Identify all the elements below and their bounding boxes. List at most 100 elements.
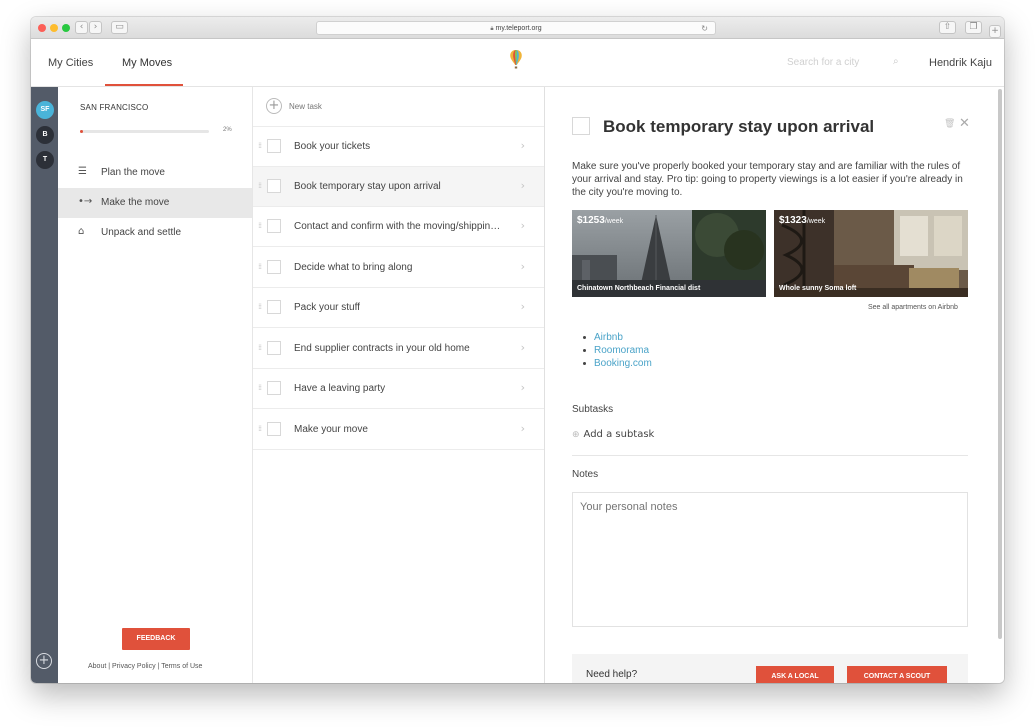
price-period: /week	[806, 218, 826, 225]
booking-com-link[interactable]: Booking.com	[581, 357, 652, 370]
price-period: /week	[604, 218, 624, 225]
chevron-right-icon: ›	[520, 260, 525, 273]
browser-window: ‹ › ▭ 🔒︎ my.teleport.org ↻ ⇧ ❐ + My Citi…	[31, 17, 1004, 683]
task-row[interactable]: ⁞⁞ Pack your stuff ›	[253, 288, 544, 328]
close-icon[interactable]: ✕	[959, 116, 970, 131]
task-checkbox[interactable]	[267, 381, 281, 395]
task-row[interactable]: ⁞⁞ Book temporary stay upon arrival ›	[253, 167, 544, 207]
chevron-right-icon: ›	[520, 139, 525, 152]
see-all-apartments-link[interactable]: See all apartments on Airbnb	[868, 304, 958, 311]
city-rail: SF B T +	[31, 87, 58, 683]
share-icon[interactable]: ⇧	[939, 21, 956, 34]
teleport-logo-icon[interactable]	[509, 49, 523, 71]
chevron-right-icon: ›	[520, 179, 525, 192]
chevron-right-icon: ›	[520, 219, 525, 232]
task-checkbox[interactable]	[267, 219, 281, 233]
phase-label: Plan the move	[101, 167, 165, 178]
drag-handle-icon[interactable]: ⁞⁞	[258, 424, 262, 433]
city-panel: SAN FRANCISCO 2% ☰ Plan the move •→ Make…	[58, 87, 253, 683]
add-subtask-button[interactable]: ⊕ Add a subtask	[572, 429, 658, 440]
move-progress-bar	[80, 130, 209, 133]
back-icon[interactable]: ‹	[75, 21, 88, 34]
active-tab-indicator	[105, 84, 183, 86]
privacy-policy-link[interactable]: Privacy Policy	[112, 663, 156, 670]
minimize-window-button[interactable]	[50, 24, 58, 32]
reload-icon[interactable]: ↻	[701, 22, 708, 35]
task-label: Decide what to bring along	[294, 262, 413, 273]
list-icon: ☰	[78, 166, 87, 177]
task-row[interactable]: ⁞⁞ Contact and confirm with the moving/s…	[253, 207, 544, 247]
notes-heading: Notes	[572, 469, 599, 480]
booking-links-list: Airbnb Roomorama Booking.com	[581, 331, 652, 370]
chevron-right-icon: ›	[520, 341, 525, 354]
task-checkbox[interactable]	[267, 300, 281, 314]
task-list-panel: + New task ⁞⁞ Book your tickets › ⁞⁞ Boo…	[253, 87, 545, 683]
new-tab-icon[interactable]: +	[989, 25, 1001, 38]
new-task-button[interactable]: + New task	[253, 87, 544, 127]
contact-a-scout-button[interactable]: CONTACT A SCOUT	[847, 666, 947, 683]
subtasks-heading: Subtasks	[572, 404, 614, 415]
feedback-button[interactable]: FEEDBACK	[122, 628, 190, 650]
apartment-caption: Chinatown Northbeach Financial dist	[577, 285, 701, 292]
add-city-icon[interactable]: +	[36, 653, 52, 669]
help-bar: Need help? ASK A LOCAL CONTACT A SCOUT	[572, 654, 968, 683]
task-row[interactable]: ⁞⁞ Book your tickets ›	[253, 127, 544, 167]
task-row[interactable]: ⁞⁞ Decide what to bring along ›	[253, 248, 544, 288]
tab-my-moves[interactable]: My Moves	[122, 57, 172, 69]
drag-handle-icon[interactable]: ⁞⁞	[258, 262, 262, 271]
city-avatar-sf[interactable]: SF	[36, 101, 54, 119]
forward-icon[interactable]: ›	[89, 21, 102, 34]
task-checkbox[interactable]	[267, 341, 281, 355]
drag-handle-icon[interactable]: ⁞⁞	[258, 302, 262, 311]
phase-plan-the-move[interactable]: ☰ Plan the move	[58, 158, 252, 188]
add-task-icon: +	[266, 98, 282, 114]
home-icon: ⌂	[78, 226, 85, 237]
user-menu[interactable]: Hendrik Kaju	[929, 57, 992, 69]
progress-fill	[80, 130, 83, 133]
new-task-label: New task	[289, 102, 322, 111]
city-avatar-t[interactable]: T	[36, 151, 54, 169]
trash-icon[interactable]: 🗑︎	[944, 119, 955, 129]
arrow-icon: •→	[78, 196, 93, 207]
price-amount: $1253	[577, 215, 605, 226]
drag-handle-icon[interactable]: ⁞⁞	[258, 383, 262, 392]
apartment-caption: Whole sunny Soma loft	[779, 285, 857, 292]
address-bar[interactable]: 🔒︎ my.teleport.org ↻	[316, 21, 716, 35]
scrollbar[interactable]	[998, 89, 1002, 639]
tabs-overview-icon[interactable]: ❐	[965, 21, 982, 34]
task-row[interactable]: ⁞⁞ Have a leaving party ›	[253, 369, 544, 409]
task-label: Have a leaving party	[294, 383, 386, 394]
drag-handle-icon[interactable]: ⁞⁞	[258, 343, 262, 352]
price-amount: $1323	[779, 215, 807, 226]
task-checkbox[interactable]	[267, 139, 281, 153]
roomorama-link[interactable]: Roomorama	[581, 344, 652, 357]
ask-a-local-button[interactable]: ASK A LOCAL	[756, 666, 834, 683]
close-window-button[interactable]	[38, 24, 46, 32]
zoom-window-button[interactable]	[62, 24, 70, 32]
city-search-input[interactable]: Search for a city	[787, 57, 859, 68]
tab-my-cities[interactable]: My Cities	[48, 57, 93, 69]
city-avatar-b[interactable]: B	[36, 126, 54, 144]
task-complete-checkbox[interactable]	[572, 117, 590, 135]
drag-handle-icon[interactable]: ⁞⁞	[258, 181, 262, 190]
task-checkbox[interactable]	[267, 179, 281, 193]
apartment-card[interactable]: $1253/week Chinatown Northbeach Financia…	[572, 210, 766, 297]
airbnb-link[interactable]: Airbnb	[581, 331, 652, 344]
apartment-price: $1253/week	[577, 215, 623, 226]
task-checkbox[interactable]	[267, 260, 281, 274]
task-checkbox[interactable]	[267, 422, 281, 436]
phase-make-the-move[interactable]: •→ Make the move	[58, 188, 252, 218]
search-icon[interactable]: ⌕	[893, 56, 899, 67]
notes-textarea[interactable]	[572, 492, 968, 627]
drag-handle-icon[interactable]: ⁞⁞	[258, 221, 262, 230]
phase-unpack-and-settle[interactable]: ⌂ Unpack and settle	[58, 218, 252, 248]
terms-of-use-link[interactable]: Terms of Use	[161, 663, 202, 670]
task-label: Book temporary stay upon arrival	[294, 181, 441, 192]
sidebar-toggle-icon[interactable]: ▭	[111, 21, 128, 34]
task-row[interactable]: ⁞⁞ End supplier contracts in your old ho…	[253, 329, 544, 369]
about-link[interactable]: About	[88, 663, 106, 670]
drag-handle-icon[interactable]: ⁞⁞	[258, 141, 262, 150]
apartment-card[interactable]: $1323/week Whole sunny Soma loft	[774, 210, 968, 297]
browser-toolbar: ‹ › ▭ 🔒︎ my.teleport.org ↻ ⇧ ❐ +	[31, 17, 1004, 39]
task-row[interactable]: ⁞⁞ Make your move ›	[253, 410, 544, 450]
